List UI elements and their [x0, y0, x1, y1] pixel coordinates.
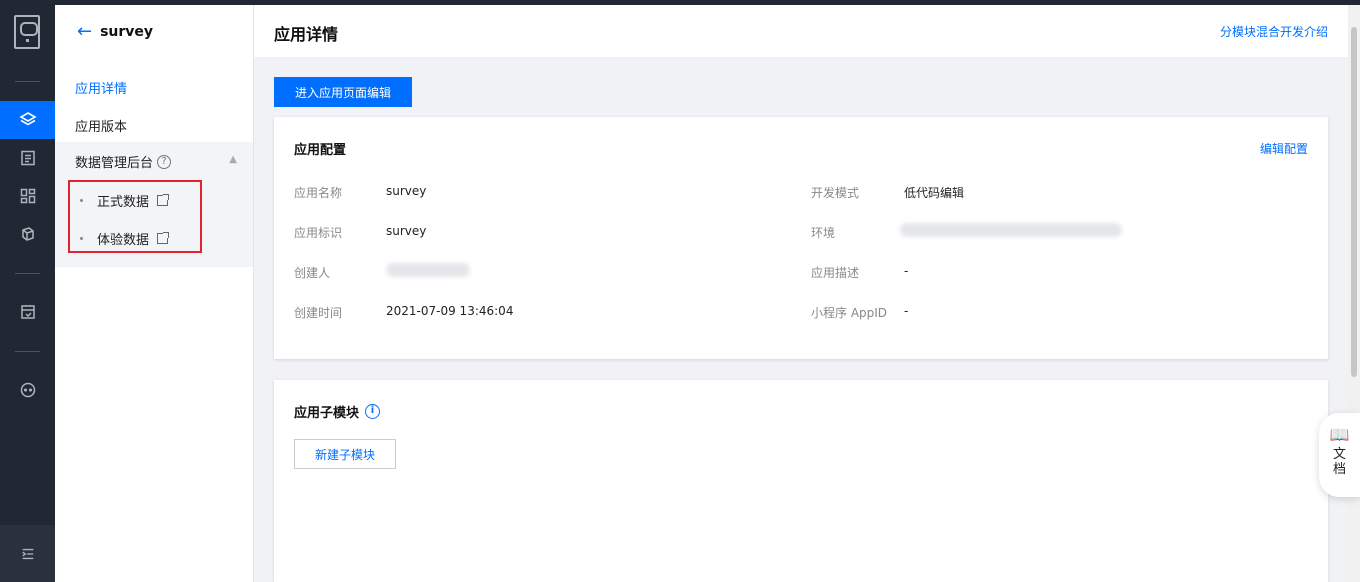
docs-label: 文档	[1332, 447, 1346, 477]
field-value-dev-mode: 低代码编辑	[904, 186, 965, 200]
logo-icon[interactable]	[14, 15, 40, 49]
field-label: 环境	[811, 226, 836, 240]
redacted-creator	[386, 263, 470, 277]
book-icon: 📖	[1329, 425, 1350, 444]
field-value-appid: -	[904, 304, 909, 318]
card-title: 应用子模块	[294, 406, 360, 421]
collapse-menu-icon[interactable]	[0, 525, 55, 582]
sidebar-item-app-details[interactable]: 应用详情	[75, 78, 127, 97]
cube-stack-icon[interactable]	[0, 215, 55, 253]
enter-page-editor-button[interactable]: 进入应用页面编辑	[274, 77, 412, 107]
chat-icon[interactable]	[0, 371, 55, 409]
scrollbar-thumb[interactable]	[1351, 27, 1357, 377]
app-config-card: 应用配置 编辑配置 应用名称 survey 应用标识 survey 创建人 创建…	[274, 117, 1328, 359]
highlight-box	[68, 180, 202, 253]
back-button[interactable]: ← survey	[77, 23, 153, 41]
card-title: 应用配置	[294, 143, 347, 158]
page-header: 应用详情 分模块混合开发介绍	[254, 5, 1348, 57]
field-label: 创建时间	[294, 306, 343, 320]
document-list-icon[interactable]	[0, 139, 55, 177]
field-value-created-time: 2021-07-09 13:46:04	[386, 304, 514, 318]
field-label: 小程序 AppID	[811, 306, 888, 320]
new-submodule-button[interactable]: 新建子模块	[294, 439, 396, 469]
redacted-environment	[900, 223, 1122, 237]
app-name: survey	[100, 24, 154, 40]
sidebar-item-app-versions[interactable]: 应用版本	[75, 116, 127, 135]
edit-config-link[interactable]: 编辑配置	[1260, 140, 1308, 157]
docs-widget[interactable]: 📖 文档	[1319, 413, 1360, 497]
help-icon[interactable]: ?	[157, 154, 172, 169]
field-label: 开发模式	[811, 186, 860, 200]
submodule-card: 应用子模块 i 新建子模块	[274, 380, 1328, 582]
card-title-row: 应用子模块 i	[294, 402, 381, 421]
hybrid-dev-intro-link[interactable]: 分模块混合开发介绍	[1220, 23, 1328, 40]
sidebar-group-title[interactable]: 数据管理后台 ?	[75, 152, 172, 171]
field-value-app-id: survey	[386, 224, 427, 238]
info-icon[interactable]: i	[365, 404, 381, 419]
rail-divider	[15, 351, 40, 352]
field-value-description: -	[904, 264, 909, 278]
field-value-app-name: survey	[386, 184, 427, 198]
rail-divider	[15, 273, 40, 274]
page-title: 应用详情	[274, 25, 339, 44]
calendar-check-icon[interactable]	[0, 293, 55, 331]
field-label: 应用描述	[811, 266, 860, 280]
app-sidebar: ← survey 应用详情 应用版本 数据管理后台 ? ▲ 正式数据 体验数据	[55, 5, 254, 582]
field-label: 应用名称	[294, 186, 343, 200]
group-title-label: 数据管理后台	[75, 156, 154, 171]
field-label: 创建人	[294, 266, 331, 280]
icon-rail	[0, 5, 55, 582]
chevron-up-icon[interactable]: ▲	[229, 154, 237, 165]
arrow-left-icon: ←	[77, 21, 93, 42]
rail-divider	[15, 81, 40, 82]
dashboard-icon[interactable]	[0, 177, 55, 215]
layers-icon[interactable]	[0, 101, 55, 139]
field-label: 应用标识	[294, 226, 343, 240]
